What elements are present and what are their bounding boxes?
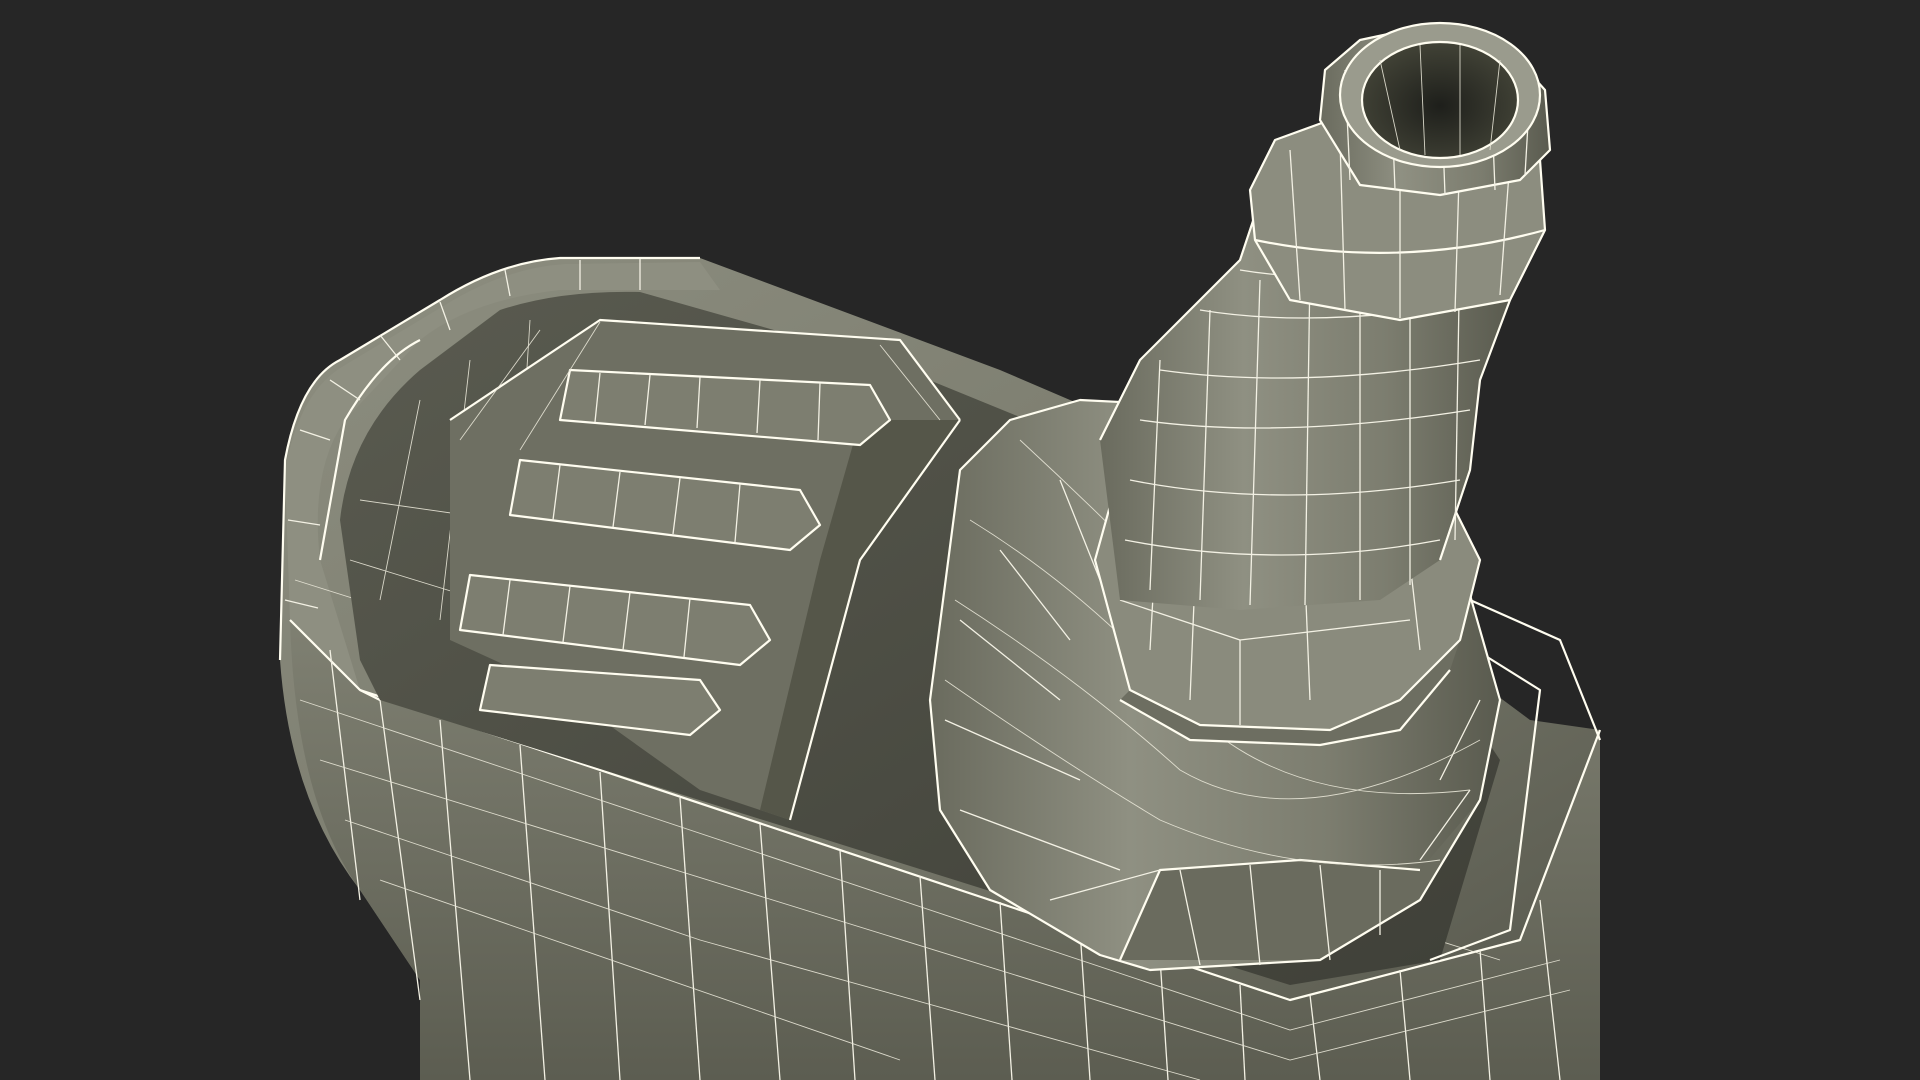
wireframe-model xyxy=(278,21,1602,1080)
nozzle-opening xyxy=(1338,21,1542,169)
render-viewport xyxy=(0,0,1920,1080)
